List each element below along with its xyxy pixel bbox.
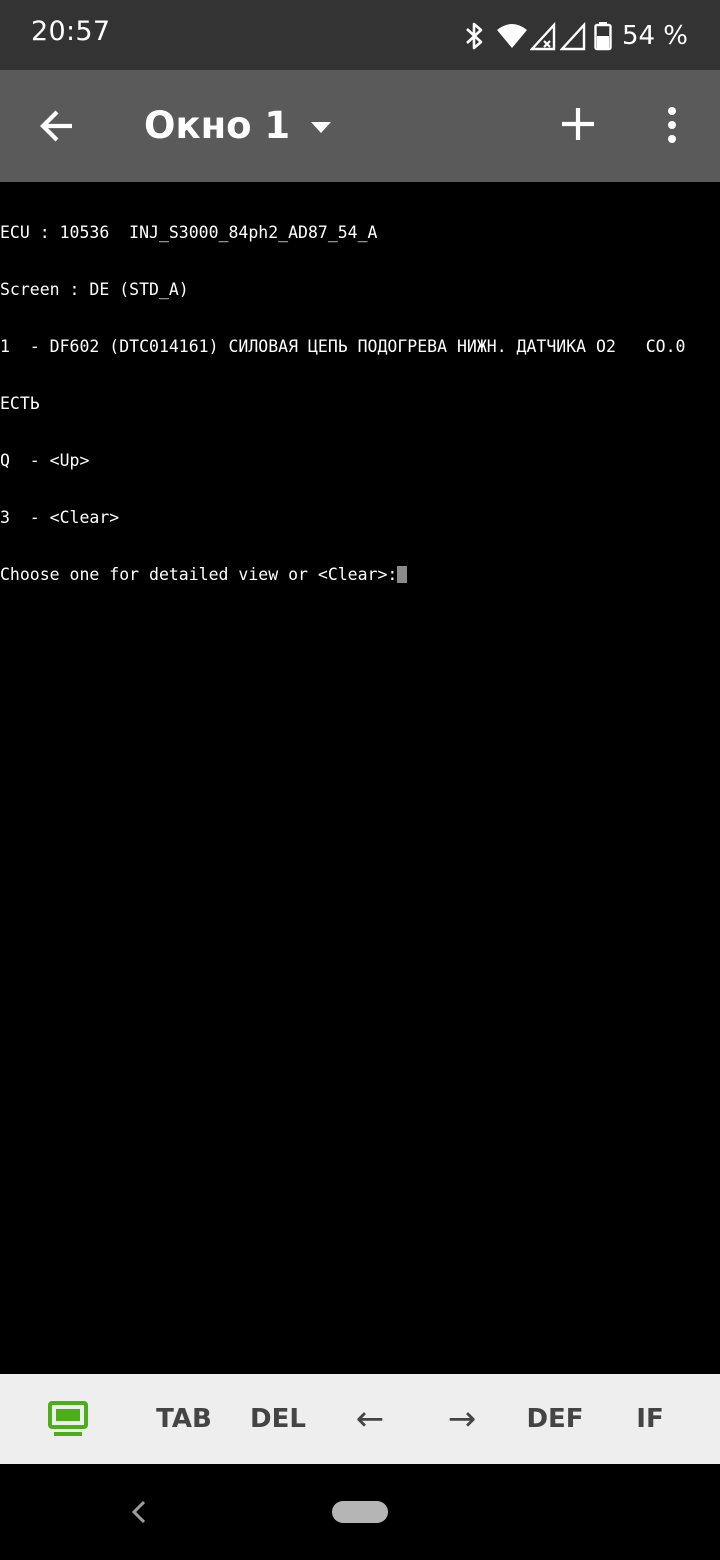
key-tab[interactable]: TAB (144, 1374, 224, 1464)
key-if[interactable]: IF (610, 1374, 690, 1464)
terminal-prompt-line: Choose one for detailed view or <Clear>: (0, 565, 720, 584)
terminal-line: Screen : DE (STD_A) (0, 280, 189, 299)
window-selector[interactable]: Окно 1 (144, 104, 290, 147)
key-def[interactable]: DEF (515, 1374, 595, 1464)
terminal-line: Q - <Up> (0, 451, 90, 470)
more-vert-icon[interactable] (654, 104, 690, 148)
extra-keys-bar: TAB DEL ← → DEF IF (0, 1374, 720, 1464)
key-arrow-left[interactable]: ← (330, 1374, 410, 1464)
plus-icon[interactable] (556, 102, 600, 146)
dropdown-icon[interactable] (304, 110, 338, 144)
terminal-cursor (397, 566, 408, 583)
terminal-line: 3 - <Clear> (0, 508, 120, 527)
terminal-prompt: Choose one for detailed view or <Clear>: (0, 565, 398, 584)
bluetooth-icon (464, 21, 486, 51)
status-time: 20:57 (31, 16, 111, 47)
signal-icon (559, 21, 586, 51)
wifi-icon: 4 (496, 21, 528, 51)
key-arrow-right[interactable]: → (422, 1374, 502, 1464)
nav-home-pill[interactable] (332, 1501, 388, 1523)
keyboard-toggle-icon[interactable] (30, 1374, 106, 1464)
back-arrow-icon[interactable] (30, 98, 86, 154)
window-title: Окно 1 (144, 104, 291, 147)
terminal-line: ECU : 10536 INJ_S3000_84ph2_AD87_54_A (0, 223, 378, 242)
battery-percent: 54 % (621, 21, 688, 51)
battery-icon (594, 21, 612, 51)
app-bar: Окно 1 (0, 70, 720, 182)
signal-icon (529, 21, 556, 51)
status-icons: 4 54 % (464, 18, 688, 54)
key-del[interactable]: DEL (238, 1374, 318, 1464)
terminal-output[interactable]: ECU : 10536 INJ_S3000_84ph2_AD87_54_A Sc… (0, 182, 720, 1377)
status-bar: 20:57 4 54 % (0, 0, 720, 70)
nav-back-icon[interactable] (126, 1498, 154, 1526)
system-nav-bar (0, 1464, 720, 1560)
terminal-line: ЕСТЬ (0, 394, 40, 413)
svg-text:4: 4 (517, 39, 523, 49)
terminal-line: 1 - DF602 (DTC014161) СИЛОВАЯ ЦЕПЬ ПОДОГ… (0, 337, 686, 356)
